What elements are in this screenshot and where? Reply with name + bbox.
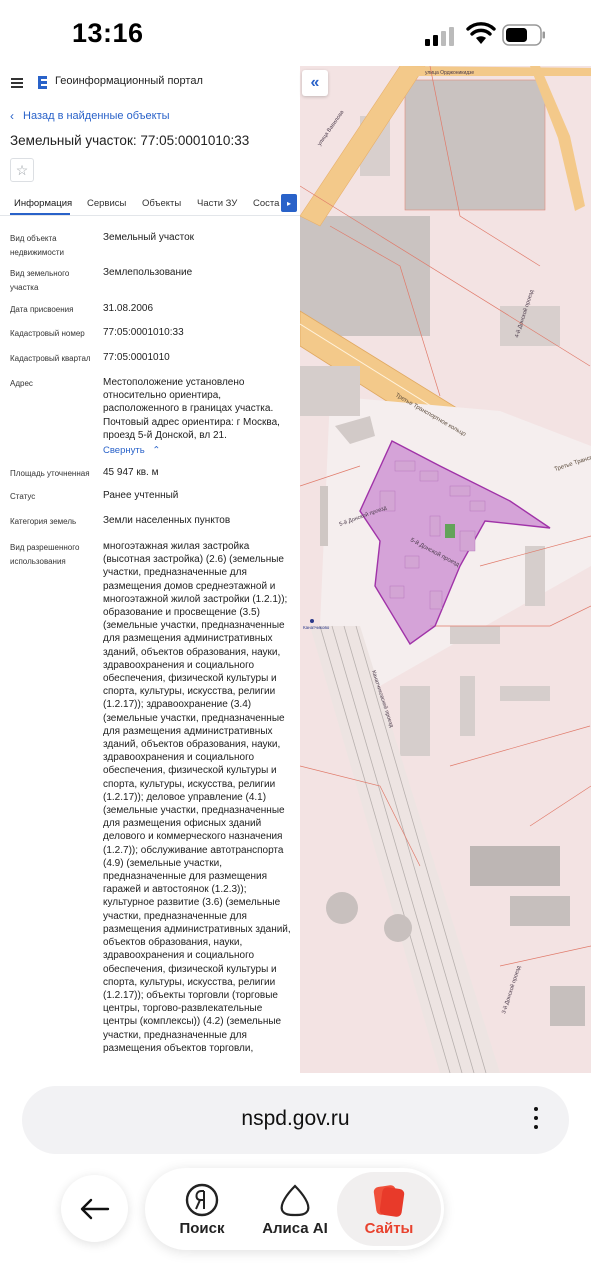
label-assign-date: Дата присвоения [10,305,74,314]
tab-composition[interactable]: Соста [253,198,279,209]
nav-alice[interactable]: Алиса AI [250,1180,340,1242]
status-bar: 13:16 [0,0,591,66]
value-land-category: Земли населенных пунктов [103,515,231,526]
back-to-results-link[interactable]: ‹ Назад в найденные объекты [10,109,170,123]
portal-logo-icon [38,76,47,89]
label-cadastral-quarter: Кадастровый квартал [10,354,91,363]
label-permitted-use: Вид разрешенного использования [10,543,80,566]
tab-information[interactable]: Информация [14,198,72,209]
label-status: Статус [10,492,36,501]
star-icon: ☆ [15,161,29,178]
value-area: 45 947 кв. м [103,467,159,478]
double-chevron-left-icon: « [310,74,320,91]
value-cadastral-number: 77:05:0001010:33 [103,327,184,338]
tab-services[interactable]: Сервисы [87,198,126,209]
tab-objects[interactable]: Объекты [142,198,181,209]
value-assign-date: 31.08.2006 [103,303,154,314]
yandex-icon [185,1183,219,1217]
chevron-left-icon: ‹ [10,109,14,123]
value-cadastral-quarter: 77:05:0001010 [103,352,170,363]
address-bar-url[interactable]: nspd.gov.ru [0,1107,591,1131]
nav-alice-label: Алиса AI [262,1220,328,1237]
chevron-up-icon: ⌃ [152,445,161,457]
nav-search-label: Поиск [179,1220,225,1237]
value-object-type: Земельный участок [103,232,195,243]
tab-bar: Информация Сервисы Объекты Части ЗУ Сост… [0,192,300,216]
wifi-icon [466,22,496,44]
page-title: Земельный участок: 77:05:0001010:33 [10,133,250,148]
collapse-panel-button[interactable]: « [302,70,328,96]
label-land-type: Вид земельного участка [10,269,70,292]
map-label-ordzhonikidze: улица Орджоникидзе [425,70,474,76]
station-marker-icon[interactable] [310,619,314,623]
nav-sites-label: Сайты [364,1220,414,1237]
alice-icon [280,1184,310,1217]
cellular-signal-icon [425,26,457,46]
value-land-type: Землепользование [103,267,193,278]
battery-icon [502,24,545,46]
collapse-address-link[interactable]: Свернуть ⌃ [103,444,160,457]
back-link-label: Назад в найденные объекты [23,110,170,122]
map-label-kanatchikovo: Канатчиково [303,625,330,630]
status-time: 13:16 [72,18,144,48]
nav-search[interactable]: Поиск [157,1180,247,1242]
active-tab-indicator [10,213,70,215]
hamburger-menu-icon[interactable] [11,78,23,88]
collapse-label: Свернуть [103,445,145,457]
cadastral-map[interactable]: Третье Транспортное кольцо Третье Трансп… [300,66,591,1073]
label-address: Адрес [10,379,33,388]
browser-back-button[interactable] [61,1175,128,1242]
label-object-type: Вид объекта недвижимости [10,234,64,257]
favorite-button[interactable]: ☆ [10,158,34,182]
more-options-icon[interactable] [527,1107,545,1133]
nav-sites[interactable]: Сайты [344,1180,434,1242]
label-cadastral-number: Кадастровый номер [10,329,85,338]
label-land-category: Категория земель [10,517,77,526]
map-canvas[interactable]: Третье Транспортное кольцо Третье Трансп… [300,66,591,1073]
app-header: Геоинформационный портал [0,66,300,100]
value-address: Местоположение установлено относительно … [103,377,280,441]
info-panel: Геоинформационный портал ‹ Назад в найде… [0,66,300,1073]
app-title: Геоинформационный портал [55,75,203,87]
value-status: Ранее учтенный [103,490,179,501]
label-area: Площадь уточненная [10,469,90,478]
tabs-scroll-right-icon[interactable]: ▸ [281,194,297,212]
value-permitted-use: многоэтажная жилая застройка (высотная з… [103,541,291,1054]
tab-parts[interactable]: Части ЗУ [197,198,237,209]
address-block: Местоположение установлено относительно … [103,376,295,457]
sites-icon [373,1185,405,1217]
arrow-left-icon [80,1198,109,1219]
